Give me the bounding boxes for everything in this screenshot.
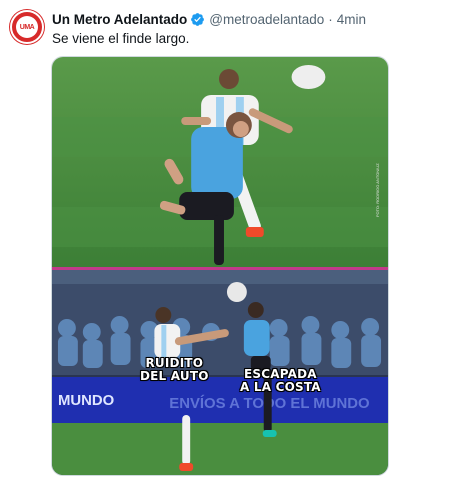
- meme-label-right: ESCAPADA A LA COSTA: [240, 367, 321, 394]
- separator-dot: ·: [328, 11, 333, 27]
- tweet-media[interactable]: FOTO: RODRIGO ANTONIUZ MUNDO ENVÍOS A EL…: [51, 56, 389, 476]
- avatar-logo: UMA: [16, 16, 38, 38]
- tweet-text: Se viene el finde largo.: [52, 31, 190, 46]
- verified-badge-icon: [190, 12, 205, 27]
- meme-label-left: RUIDITO DEL AUTO: [140, 356, 209, 383]
- photo-credit: FOTO: RODRIGO ANTONIUZ: [375, 163, 380, 217]
- board-text-left: MUNDO: [58, 392, 114, 409]
- handle[interactable]: @metroadelantado: [209, 12, 324, 27]
- avatar[interactable]: UMA: [10, 10, 44, 44]
- meme-photo-top: [52, 57, 388, 267]
- timestamp[interactable]: 4min: [337, 12, 366, 27]
- tweet[interactable]: UMA Un Metro Adelantado @metroadelantado…: [0, 0, 455, 480]
- meme-photo-bottom: MUNDO ENVÍOS A TODO EL MUNDO: [52, 270, 388, 475]
- display-name[interactable]: Un Metro Adelantado: [52, 12, 187, 27]
- tweet-header: Un Metro Adelantado @metroadelantado · 4…: [52, 10, 447, 28]
